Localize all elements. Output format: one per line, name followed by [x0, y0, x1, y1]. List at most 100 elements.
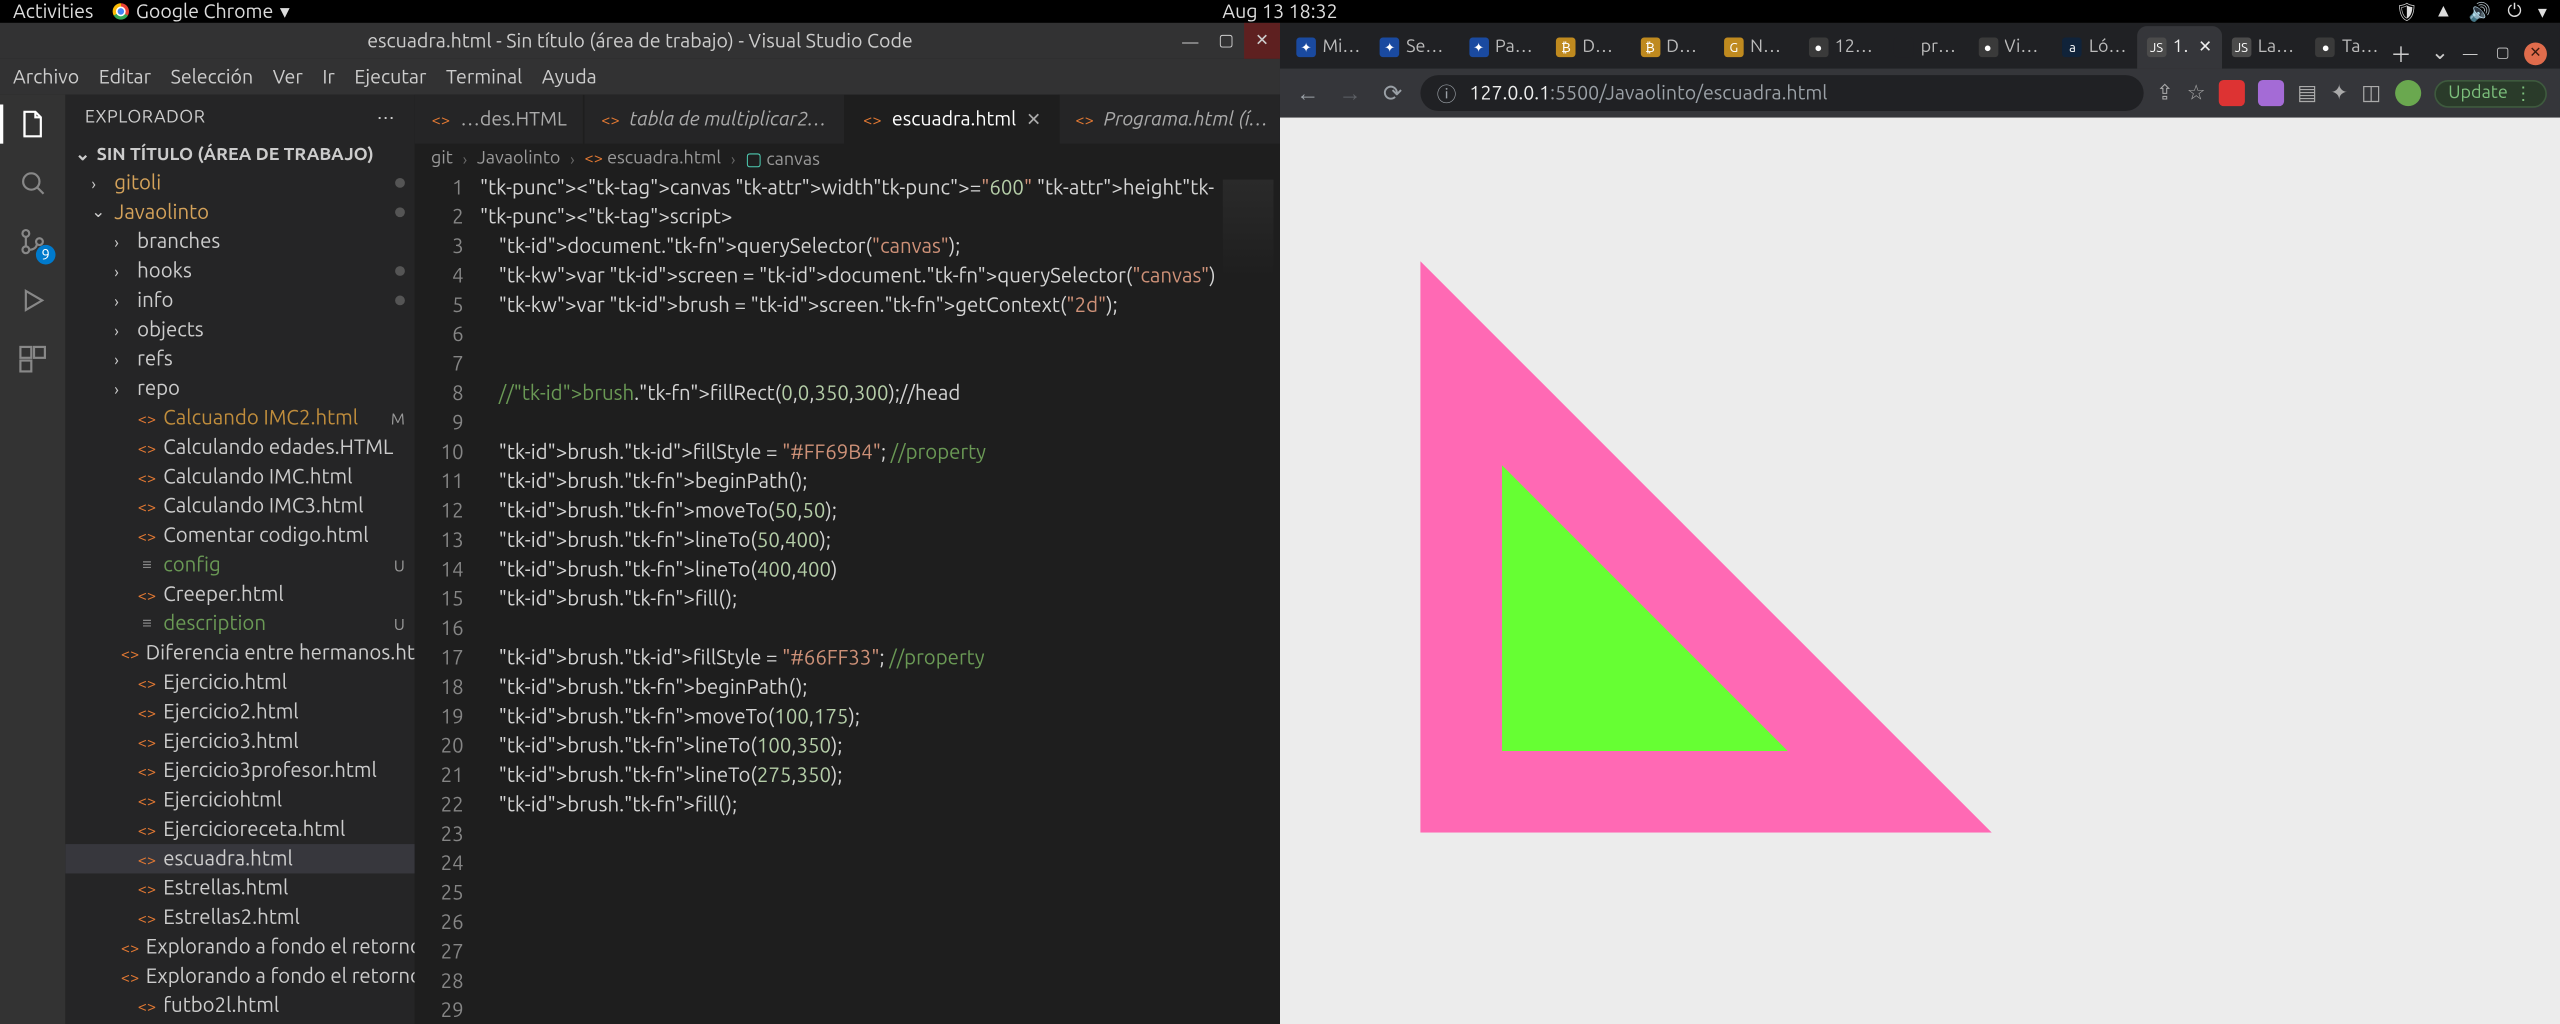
- file-item[interactable]: ≡configU: [65, 550, 414, 579]
- code-content[interactable]: "tk-punc"><"tk-tag">canvas "tk-attr">wid…: [480, 173, 1215, 1024]
- breadcrumb-segment[interactable]: ▢ canvas: [745, 148, 820, 169]
- extension-icon[interactable]: [2219, 80, 2245, 106]
- volume-icon[interactable]: 🔊: [2469, 1, 2491, 22]
- editor-tab[interactable]: <>escuadra.html✕: [846, 95, 1059, 144]
- file-item[interactable]: <>Comentar codigo.html: [65, 521, 414, 550]
- file-item[interactable]: <>Creeper.html: [65, 580, 414, 609]
- window-maximize-button[interactable]: ▢: [1208, 23, 1244, 59]
- window-maximize-button[interactable]: ▢: [2491, 42, 2514, 65]
- browser-tab[interactable]: GNuml: [1714, 26, 1798, 68]
- folder-info[interactable]: ›info: [65, 286, 414, 315]
- breadcrumbs[interactable]: git›Javaolinto›<> escuadra.html›▢ canvas: [415, 144, 1280, 173]
- window-minimize-button[interactable]: —: [1172, 23, 1208, 59]
- browser-tab[interactable]: ✦Servic: [1370, 26, 1459, 68]
- file-item[interactable]: <>Calculando IMC.html: [65, 462, 414, 491]
- menu-archivo[interactable]: Archivo: [13, 66, 79, 87]
- file-item[interactable]: <>Diferencia entre hermanos.html: [65, 638, 414, 667]
- power-icon[interactable]: ⏻: [2507, 1, 2521, 22]
- browser-tab[interactable]: JS12✕: [2137, 26, 2222, 68]
- menu-ver[interactable]: Ver: [273, 66, 303, 87]
- menu-editar[interactable]: Editar: [99, 66, 151, 87]
- address-bar[interactable]: ⓘ 127.0.0.1:5500/Javaolinto/escuadra.htm…: [1420, 75, 2142, 111]
- folder-Javaolinto[interactable]: ⌄Javaolinto: [65, 198, 414, 227]
- share-icon[interactable]: ⇪: [2156, 81, 2174, 105]
- folder-repo[interactable]: ›repo: [65, 374, 414, 403]
- file-item[interactable]: <>escuadra.html: [65, 844, 414, 873]
- new-tab-button[interactable]: ＋: [2390, 38, 2411, 69]
- browser-tab[interactable]: ✦Partic: [1459, 26, 1546, 68]
- file-item[interactable]: <>Ejercicio.html: [65, 668, 414, 697]
- browser-tab[interactable]: JSLa gu: [2222, 26, 2306, 68]
- file-item[interactable]: <>Ejercicioreceta.html: [65, 815, 414, 844]
- profile-avatar[interactable]: [2394, 80, 2420, 106]
- reading-list-icon[interactable]: ▤: [2297, 81, 2317, 105]
- breadcrumb-segment[interactable]: git: [431, 149, 453, 169]
- file-item[interactable]: <>Calcuando IMC2.htmlM: [65, 403, 414, 432]
- extension-icon[interactable]: [2258, 80, 2284, 106]
- code-editor[interactable]: 1234567891011121314151617181920212223242…: [415, 173, 1280, 1024]
- run-debug-activity-icon[interactable]: [13, 281, 52, 320]
- explorer-more-icon[interactable]: ⋯: [377, 107, 395, 128]
- browser-tab[interactable]: ●127.0: [1799, 26, 1885, 68]
- menu-ejecutar[interactable]: Ejecutar: [354, 66, 426, 87]
- menu-ir[interactable]: Ir: [322, 66, 334, 87]
- file-item[interactable]: <>Ejercicio3.html: [65, 727, 414, 756]
- site-info-icon[interactable]: ⓘ: [1437, 79, 1457, 107]
- extensions-activity-icon[interactable]: [13, 340, 52, 379]
- system-menu-chevron-icon[interactable]: ▾: [2538, 1, 2547, 22]
- folder-refs[interactable]: ›refs: [65, 344, 414, 373]
- file-item[interactable]: <>Estrellas.html: [65, 873, 414, 902]
- breadcrumb-segment[interactable]: Javaolinto: [477, 149, 560, 169]
- browser-tab[interactable]: ●Tabla: [2306, 26, 2390, 68]
- menu-ayuda[interactable]: Ayuda: [542, 66, 597, 87]
- update-button[interactable]: Update ⋮: [2434, 79, 2547, 107]
- menu-terminal[interactable]: Terminal: [446, 66, 522, 87]
- tab-search-chevron-icon[interactable]: ⌄: [2431, 41, 2449, 65]
- side-panel-icon[interactable]: ◫: [2361, 81, 2381, 105]
- file-item[interactable]: <>Ejerciciohtml: [65, 785, 414, 814]
- file-item[interactable]: <>Calculando IMC3.html: [65, 491, 414, 520]
- file-item[interactable]: <>Explorando a fondo el retorno de funci…: [65, 962, 414, 991]
- breadcrumb-segment[interactable]: <> escuadra.html: [585, 149, 722, 169]
- window-minimize-button[interactable]: —: [2459, 42, 2482, 65]
- source-control-activity-icon[interactable]: 9: [13, 222, 52, 261]
- editor-tab[interactable]: <>…des.HTML: [415, 95, 585, 144]
- browser-tab[interactable]: ₿Dona: [1630, 26, 1714, 68]
- folder-objects[interactable]: ›objects: [65, 315, 414, 344]
- file-item[interactable]: <>Ejercicio3profesor.html: [65, 756, 414, 785]
- file-item[interactable]: <>Estrellas2.html: [65, 903, 414, 932]
- browser-tab[interactable]: ₿Dona: [1546, 26, 1630, 68]
- explorer-activity-icon[interactable]: [13, 104, 52, 143]
- clock[interactable]: Aug 13 18:32: [1222, 1, 1337, 22]
- bookmark-star-icon[interactable]: ☆: [2187, 81, 2206, 105]
- workspace-section-header[interactable]: ⌄ SIN TÍTULO (ÁREA DE TRABAJO): [65, 140, 414, 168]
- file-tree[interactable]: ›gitoli⌄Javaolinto›branches›hooks›info›o…: [65, 168, 414, 1024]
- file-item[interactable]: <>Explorando a fondo el retorno de funci…: [65, 932, 414, 961]
- editor-tab[interactable]: <>Programa.html (índice)🔒: [1059, 95, 1280, 144]
- network-icon[interactable]: ▲: [2435, 2, 2453, 22]
- window-close-button[interactable]: ✕: [1244, 23, 1280, 59]
- file-item[interactable]: <>Ejercicio2.html: [65, 697, 414, 726]
- folder-gitoli[interactable]: ›gitoli: [65, 168, 414, 197]
- browser-tab[interactable]: ✦Minis: [1287, 26, 1371, 68]
- forward-button[interactable]: →: [1336, 80, 1365, 106]
- browser-tab[interactable]: pruel: [1885, 26, 1968, 68]
- reload-button[interactable]: ⟳: [1378, 79, 1407, 107]
- menu-selección[interactable]: Selección: [171, 66, 254, 87]
- window-close-button[interactable]: ✕: [2524, 42, 2547, 65]
- activities-button[interactable]: Activities: [13, 1, 93, 22]
- extensions-puzzle-icon[interactable]: ✦: [2330, 81, 2348, 105]
- minimap[interactable]: [1215, 173, 1280, 1024]
- folder-branches[interactable]: ›branches: [65, 227, 414, 256]
- editor-tab[interactable]: <>tabla de multiplicar2.html: [585, 95, 846, 144]
- folder-hooks[interactable]: ›hooks: [65, 256, 414, 285]
- file-item[interactable]: ≡descriptionU: [65, 609, 414, 638]
- search-activity-icon[interactable]: [13, 163, 52, 202]
- browser-tab[interactable]: aLógic: [2053, 26, 2137, 68]
- browser-tab[interactable]: ●Visua: [1968, 26, 2053, 68]
- shield-icon[interactable]: 🛡: [2395, 1, 2418, 22]
- back-button[interactable]: ←: [1293, 80, 1322, 106]
- file-item[interactable]: <>futbo2l.html: [65, 991, 414, 1020]
- active-app-indicator[interactable]: Google Chrome ▾: [113, 0, 290, 23]
- file-item[interactable]: <>Calculando edades.HTML: [65, 433, 414, 462]
